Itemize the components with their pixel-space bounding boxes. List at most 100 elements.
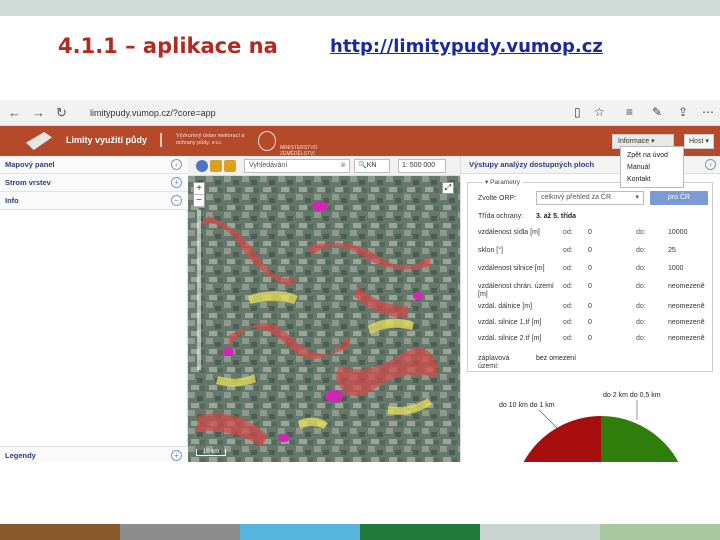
info-tool-icon[interactable]	[196, 160, 208, 172]
chevron-down-icon: ▾	[635, 194, 639, 201]
footer-stripe-light	[480, 524, 600, 540]
map-view[interactable]: + − ⤢ 10 km	[188, 176, 460, 462]
browser-screenshot: ← → ↻ limitypudy.vumop.cz/?core=app ▯ ☆ …	[0, 100, 720, 462]
host-user-button[interactable]: Host ▾	[684, 134, 714, 149]
institute-logo-text: Výzkumný ústav meliorací a ochrany půdy,…	[160, 133, 246, 147]
chevron-left-icon[interactable]: ‹	[171, 159, 182, 170]
chevron-right-icon[interactable]: ›	[705, 159, 716, 170]
layers-tool-icon[interactable]	[210, 160, 222, 172]
analysis-panel-title: Výstupy analýzy dostupných ploch	[469, 160, 595, 169]
satellite-map-layer	[188, 176, 460, 462]
sidebar-item-legend[interactable]: Legendy +	[0, 446, 188, 462]
param-row: vzdál. silnice 1.tř [m] od: 0 do: neomez…	[478, 319, 710, 333]
param-name: vzdálenost silnice [m]	[478, 265, 545, 272]
plus-icon[interactable]: +	[171, 450, 182, 461]
param-to[interactable]: neomezeně	[668, 303, 705, 310]
param-to[interactable]: 1000	[668, 265, 684, 272]
param-name: vzdálenost sídla [m]	[478, 229, 540, 236]
menu-item-back-home[interactable]: Zpět na úvod	[627, 150, 677, 162]
reading-view-icon[interactable]: ▯	[574, 105, 581, 119]
do-label: do:	[636, 247, 646, 254]
do-label: do:	[636, 229, 646, 236]
footer-stripe-gray	[120, 524, 240, 540]
zoom-in-button[interactable]: +	[194, 183, 204, 195]
notes-pen-icon[interactable]: ✎	[652, 105, 662, 119]
param-to[interactable]: neomezeně	[668, 319, 705, 326]
search-placeholder: Vyhledávání	[249, 162, 288, 169]
param-name: vzdál. silnice 1.tř [m]	[478, 319, 542, 326]
od-label: od:	[563, 335, 573, 342]
parameters-legend-label: Parametry	[490, 179, 521, 186]
sidebar-item-layer-tree[interactable]: Strom vrstev +	[0, 174, 188, 192]
param-row: vzdál. dálnice [m] od: 0 do: neomezeně	[478, 303, 710, 317]
param-from[interactable]: 0	[588, 319, 592, 326]
orp-select[interactable]: celkový přehled za ČR ▾	[536, 191, 644, 205]
clear-icon[interactable]: ⊗	[340, 160, 346, 172]
info-dropdown-menu: Zpět na úvod Manuál Kontakt	[620, 146, 684, 188]
param-from[interactable]: 0	[588, 229, 592, 236]
protection-class-value: 3. až 5. třída	[536, 213, 577, 220]
favorite-star-icon[interactable]: ☆	[594, 105, 605, 119]
fullscreen-icon[interactable]: ⤢	[442, 182, 454, 194]
zoom-slider[interactable]	[197, 210, 201, 370]
app-header: Limity využití půdy Výzkumný ústav melio…	[0, 126, 720, 157]
sidebar-item-info[interactable]: Info −	[0, 192, 188, 210]
od-label: od:	[563, 283, 573, 290]
do-label: do:	[636, 335, 646, 342]
param-from[interactable]: 0	[588, 335, 592, 342]
cr-button[interactable]: pro ČR	[650, 191, 708, 205]
zoom-out-button[interactable]: −	[194, 195, 204, 207]
draw-tool-icon[interactable]	[224, 160, 236, 172]
sidebar-item-map-panel[interactable]: Mapový panel ‹	[0, 156, 188, 174]
ministry-tree-icon	[258, 131, 276, 151]
od-label: od:	[563, 319, 573, 326]
plus-icon[interactable]: +	[171, 177, 182, 188]
param-name: vzdálenost chrán. území [m]	[478, 283, 554, 298]
menu-item-contact[interactable]: Kontakt	[627, 174, 677, 186]
address-bar[interactable]: limitypudy.vumop.cz/?core=app	[90, 105, 550, 121]
param-from[interactable]: 0	[588, 283, 592, 290]
host-button-label: Host	[689, 138, 704, 145]
od-label: od:	[563, 247, 573, 254]
param-from[interactable]: 0	[588, 265, 592, 272]
param-row: vzdálenost sídla [m] od: 0 do: 10000	[478, 229, 710, 243]
flood-zone-value: bez omezení	[536, 355, 577, 362]
app-title: Limity využití půdy	[66, 135, 148, 145]
menu-item-manual[interactable]: Manuál	[627, 162, 677, 174]
sidebar-item-label: Mapový panel	[5, 160, 55, 169]
param-to[interactable]: 25	[668, 247, 676, 254]
orp-select-value: celkový přehled za ČR	[541, 194, 612, 201]
param-name: vzdál. silnice 2.tř [m]	[478, 335, 542, 342]
hub-icon[interactable]: ≡	[626, 105, 633, 119]
param-to[interactable]: 10000	[668, 229, 687, 236]
kn-select[interactable]: 🔍KN	[354, 159, 390, 173]
refresh-icon[interactable]: ↻	[56, 105, 67, 121]
param-to[interactable]: neomezeně	[668, 283, 705, 290]
do-label: do:	[636, 283, 646, 290]
do-label: do:	[636, 265, 646, 272]
ministry-logo: MINISTERSTVO ZEMĚDĚLSTVÍ	[258, 129, 348, 157]
param-from[interactable]: 0	[588, 303, 592, 310]
footer-stripe-sage	[600, 524, 720, 540]
od-label: od:	[563, 265, 573, 272]
minus-icon[interactable]: −	[171, 195, 182, 206]
param-name: sklon [°]	[478, 247, 503, 254]
share-icon[interactable]: ⇪	[678, 105, 688, 119]
browser-toolbar: ← → ↻ limitypudy.vumop.cz/?core=app ▯ ☆ …	[0, 100, 720, 126]
param-row: sklon [°] od: 0 do: 25	[478, 247, 710, 261]
param-row: vzdálenost silnice [m] od: 0 do: 1000	[478, 265, 710, 279]
pie-slice-red	[523, 416, 601, 462]
sidebar-legend-label: Legendy	[5, 451, 36, 460]
param-to[interactable]: neomezeně	[668, 335, 705, 342]
param-from[interactable]: 0	[588, 247, 592, 254]
flood-zone-label: záplavová území:	[478, 355, 510, 370]
search-input[interactable]: Vyhledávání ⊗	[244, 159, 350, 173]
more-icon[interactable]: ⋯	[702, 105, 714, 119]
app-logo-icon	[26, 132, 52, 150]
slide-url-link[interactable]: http://limitypudy.vumop.cz	[330, 36, 603, 57]
forward-icon[interactable]: →	[32, 105, 45, 120]
back-icon[interactable]: ←	[8, 105, 21, 120]
scale-select[interactable]: 1: 500 000	[398, 159, 446, 173]
left-sidebar: Mapový panel ‹ Strom vrstev + Info − Leg…	[0, 156, 188, 462]
parameters-fieldset: ▾ Parametry Zvolte ORP: celkový přehled …	[467, 178, 713, 372]
